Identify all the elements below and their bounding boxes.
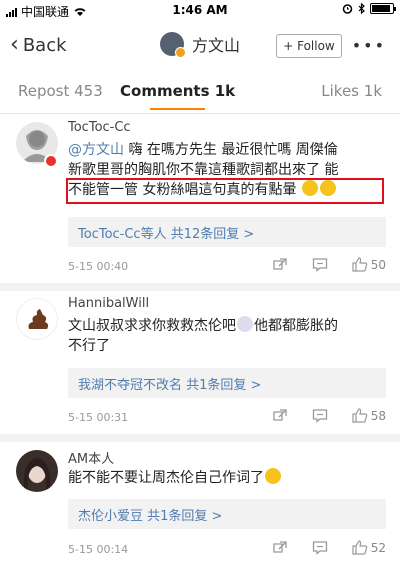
comment-date: 5-15 00:31 <box>68 411 129 424</box>
comment-line: 文山叔叔求求你救救杰伦吧 <box>68 318 236 334</box>
comment-footer: 5-15 00:14 52 <box>68 540 386 560</box>
status-bar: 中国联通 1:46 AM <box>0 0 400 20</box>
comment-line: 他都都膨胀的 <box>254 318 338 334</box>
avatar <box>160 32 186 58</box>
comment-line: 能不能不要让周杰伦自己作词了 <box>68 470 264 486</box>
divider <box>0 434 400 442</box>
tab-comments[interactable]: Comments 1k <box>120 82 235 110</box>
user-photo-icon <box>23 458 51 492</box>
tab-likes[interactable]: Likes 1k <box>321 82 382 100</box>
tab-bar: Repost 453 Comments 1k Likes 1k <box>0 76 400 114</box>
like-button[interactable]: 52 <box>352 540 386 555</box>
alarm-icon <box>342 4 353 14</box>
comment-line: 嗨 在嗎方先生 最近很忙嗎 周傑倫 <box>124 142 338 158</box>
thumbs-up-icon <box>352 540 367 555</box>
reply-summary[interactable]: 杰伦小爱豆 共1条回复 > <box>68 499 386 529</box>
repost-icon[interactable] <box>272 540 288 555</box>
comment-line: 不行了 <box>68 338 110 354</box>
like-button[interactable]: 50 <box>352 257 386 272</box>
comment-icon[interactable] <box>312 540 328 555</box>
comment-footer: 5-15 00:40 50 <box>68 257 386 277</box>
more-options-icon[interactable]: ••• <box>352 36 386 55</box>
back-label: Back <box>22 34 67 56</box>
repost-icon[interactable] <box>272 257 288 272</box>
reply-summary[interactable]: 我湖不夺冠不改名 共1条回复 > <box>68 368 386 398</box>
tab-repost[interactable]: Repost 453 <box>18 82 103 100</box>
comment-text: 能不能不要让周杰伦自己作词了 <box>68 468 388 488</box>
thumbs-up-icon <box>352 257 367 272</box>
comment-date: 5-15 00:14 <box>68 543 129 556</box>
chevron-left-icon: ‹ <box>10 32 19 57</box>
battery-icon <box>370 3 396 14</box>
back-button[interactable]: ‹ Back <box>10 34 67 56</box>
panda-emoji-icon <box>237 316 253 332</box>
profile-header[interactable]: 方文山 <box>160 32 241 58</box>
mention-link[interactable]: @方文山 <box>68 142 124 158</box>
page-title: 方文山 <box>192 36 241 55</box>
comment-text: 文山叔叔求求你救救杰伦吧 他都都膨胀的 不行了 <box>68 316 388 356</box>
divider <box>0 283 400 291</box>
highlight-annotation <box>66 178 384 204</box>
comment-username[interactable]: TocToc-Cc <box>68 120 131 135</box>
verified-badge-icon <box>44 154 58 168</box>
like-count: 58 <box>370 408 386 423</box>
comment-username[interactable]: HannibalWill <box>68 296 149 311</box>
thumbs-up-icon <box>352 408 367 423</box>
poop-icon <box>28 309 49 329</box>
reply-summary[interactable]: TocToc-Cc等人 共12条回复 > <box>68 217 386 247</box>
comment-username[interactable]: AM本人 <box>68 448 114 467</box>
comment-footer: 5-15 00:31 58 <box>68 408 386 428</box>
nav-bar: ‹ Back 方文山 + Follow ••• <box>0 22 400 70</box>
clock: 1:46 AM <box>172 3 228 17</box>
like-count: 50 <box>370 257 386 272</box>
laugh-cry-emoji-icon <box>265 468 281 484</box>
avatar[interactable] <box>16 450 58 492</box>
follow-button[interactable]: + Follow <box>276 34 342 58</box>
comment-icon[interactable] <box>312 408 328 423</box>
bluetooth-icon <box>358 3 365 14</box>
comment-line: 新歌里哥的胸肌你不靠這種歌詞都出來了 能 <box>68 162 339 178</box>
comment-icon[interactable] <box>312 257 328 272</box>
avatar[interactable] <box>16 298 58 340</box>
like-button[interactable]: 58 <box>352 408 386 423</box>
repost-icon[interactable] <box>272 408 288 423</box>
comment-date: 5-15 00:40 <box>68 260 129 273</box>
like-count: 52 <box>370 540 386 555</box>
